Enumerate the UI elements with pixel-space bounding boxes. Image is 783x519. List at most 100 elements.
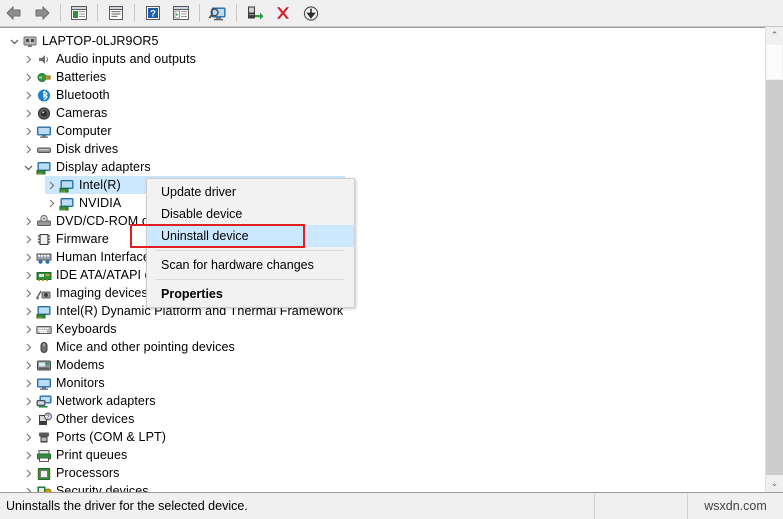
tree-item-print-queues[interactable]: Print queues: [0, 446, 762, 464]
tree-item-mice-and-other-pointing-devices[interactable]: Mice and other pointing devices: [0, 338, 762, 356]
chevron-right-icon[interactable]: [22, 104, 35, 122]
chevron-right-icon[interactable]: [22, 50, 35, 68]
scroll-down-arrow-icon[interactable]: ⌄: [766, 475, 783, 492]
chevron-right-icon[interactable]: [22, 86, 35, 104]
menu-item-scan-for-hardware-changes[interactable]: Scan for hardware changes: [147, 254, 354, 276]
menu-item-properties[interactable]: Properties: [147, 283, 354, 305]
chevron-right-icon[interactable]: [22, 338, 35, 356]
tree-item-network-adapters[interactable]: Network adapters: [0, 392, 762, 410]
bluetooth-icon: [35, 87, 53, 103]
vertical-scrollbar[interactable]: ⌃ ⌄: [765, 27, 783, 492]
tree-item-monitors[interactable]: Monitors: [0, 374, 762, 392]
tree-item-label: Keyboards: [56, 322, 117, 336]
view-button[interactable]: [168, 1, 194, 25]
uninstall-device-button[interactable]: [270, 1, 296, 25]
chevron-down-icon[interactable]: [8, 32, 21, 50]
svg-text:?: ?: [46, 415, 50, 421]
toolbar-separator: [60, 4, 61, 22]
tree-item-label: Processors: [56, 466, 120, 480]
scrollbar-track[interactable]: [766, 80, 783, 475]
chevron-right-icon[interactable]: [22, 446, 35, 464]
chevron-right-icon[interactable]: [22, 140, 35, 158]
tree-item-cameras[interactable]: Cameras: [0, 104, 762, 122]
tree-item-display-adapters[interactable]: Display adapters: [0, 158, 762, 176]
chevron-right-icon[interactable]: [22, 374, 35, 392]
tree-item-ports-com-lpt[interactable]: Ports (COM & LPT): [0, 428, 762, 446]
tree-item-bluetooth[interactable]: Bluetooth: [0, 86, 762, 104]
tree-item-computer[interactable]: Computer: [0, 122, 762, 140]
tree-item-label: Intel(R): [79, 176, 121, 194]
chevron-right-icon[interactable]: [22, 284, 35, 302]
tree-item-label: Audio inputs and outputs: [56, 52, 197, 66]
chevron-right-icon[interactable]: [22, 464, 35, 482]
modem-icon: [35, 357, 53, 373]
tree-item-human-interface-devices[interactable]: Human Interface Devices: [0, 248, 762, 266]
tree-item-modems[interactable]: Modems: [0, 356, 762, 374]
tree-item-security-devices[interactable]: Security devices: [0, 482, 762, 492]
update-driver-button[interactable]: [242, 1, 268, 25]
camera-icon: [35, 105, 53, 121]
tree-item-keyboards[interactable]: Keyboards: [0, 320, 762, 338]
display-adapter-icon: [35, 303, 53, 319]
tree-item-label: Network adapters: [56, 394, 156, 408]
tree-item-processors[interactable]: Processors: [0, 464, 762, 482]
tree-item-label: Disk drives: [56, 142, 119, 156]
tree-item-label: Batteries: [56, 70, 107, 84]
scrollbar-thumb[interactable]: [766, 44, 783, 80]
chevron-right-icon[interactable]: [22, 410, 35, 428]
tree-item-firmware[interactable]: Firmware: [0, 230, 762, 248]
device-tree-panel[interactable]: LAPTOP-0LJR9OR5 Audio inputs and outputs B…: [0, 27, 783, 492]
chevron-down-icon[interactable]: [22, 158, 35, 176]
firmware-chip-icon: [35, 231, 53, 247]
tree-item-ide-ata-atapi-controllers[interactable]: IDE ATA/ATAPI controllers: [0, 266, 762, 284]
tree-item-label: Firmware: [56, 232, 109, 246]
back-button[interactable]: [1, 1, 27, 25]
chevron-right-icon[interactable]: [22, 230, 35, 248]
tree-item-imaging-devices[interactable]: Imaging devices: [0, 284, 762, 302]
chevron-right-icon[interactable]: [22, 212, 35, 230]
chevron-right-icon[interactable]: [22, 482, 35, 492]
show-hide-console-tree-button[interactable]: [66, 1, 92, 25]
chevron-right-icon[interactable]: [22, 392, 35, 410]
help-button[interactable]: ?: [140, 1, 166, 25]
chevron-right-icon[interactable]: [22, 122, 35, 140]
tree-item-label: Bluetooth: [56, 88, 110, 102]
chevron-right-icon[interactable]: [22, 266, 35, 284]
tree-item-disk-drives[interactable]: Disk drives: [0, 140, 762, 158]
disk-drive-icon: [35, 141, 53, 157]
menu-separator: [155, 250, 344, 251]
tree-item-dvd-cd-rom-drives[interactable]: DVD/CD-ROM drives: [0, 212, 762, 230]
properties-button[interactable]: [103, 1, 129, 25]
context-menu[interactable]: Update driver Disable device Uninstall dev…: [146, 178, 355, 308]
tree-item-label: NVIDIA: [79, 196, 122, 210]
tree-item-batteries[interactable]: Batteries: [0, 68, 762, 86]
chevron-right-icon[interactable]: [22, 68, 35, 86]
forward-button[interactable]: [29, 1, 55, 25]
monitor-icon: [35, 375, 53, 391]
device-tree[interactable]: LAPTOP-0LJR9OR5 Audio inputs and outputs B…: [0, 28, 762, 492]
tree-item-other-devices[interactable]: ? Other devices: [0, 410, 762, 428]
tree-root-node[interactable]: LAPTOP-0LJR9OR5: [0, 32, 762, 50]
tree-item-intel-r-dynamic-platform-and-thermal-framework[interactable]: Intel(R) Dynamic Platform and Thermal Fr…: [0, 302, 762, 320]
speaker-icon: [35, 51, 53, 67]
scroll-up-arrow-icon[interactable]: ⌃: [766, 27, 783, 44]
chevron-right-icon[interactable]: [22, 356, 35, 374]
chevron-right-icon[interactable]: [45, 194, 58, 212]
chevron-right-icon[interactable]: [22, 320, 35, 338]
chevron-right-icon[interactable]: [45, 176, 58, 194]
chevron-right-icon[interactable]: [22, 248, 35, 266]
battery-icon: [35, 69, 53, 85]
menu-item-uninstall-device[interactable]: Uninstall device: [147, 225, 354, 247]
printer-icon: [35, 447, 53, 463]
tree-item-label: Modems: [56, 358, 105, 372]
chevron-right-icon[interactable]: [22, 428, 35, 446]
tree-item-nvidia[interactable]: NVIDIA: [0, 194, 762, 212]
tree-item-label: Ports (COM & LPT): [56, 430, 167, 444]
tree-item-audio-inputs-and-outputs[interactable]: Audio inputs and outputs: [0, 50, 762, 68]
scan-hardware-changes-button[interactable]: [205, 1, 231, 25]
chevron-right-icon[interactable]: [22, 302, 35, 320]
watermark: wsxdn.com: [704, 498, 767, 513]
menu-item-disable-device[interactable]: Disable device: [147, 203, 354, 225]
tree-item-intel-r[interactable]: Intel(R): [0, 176, 762, 194]
disable-device-button[interactable]: [298, 1, 324, 25]
